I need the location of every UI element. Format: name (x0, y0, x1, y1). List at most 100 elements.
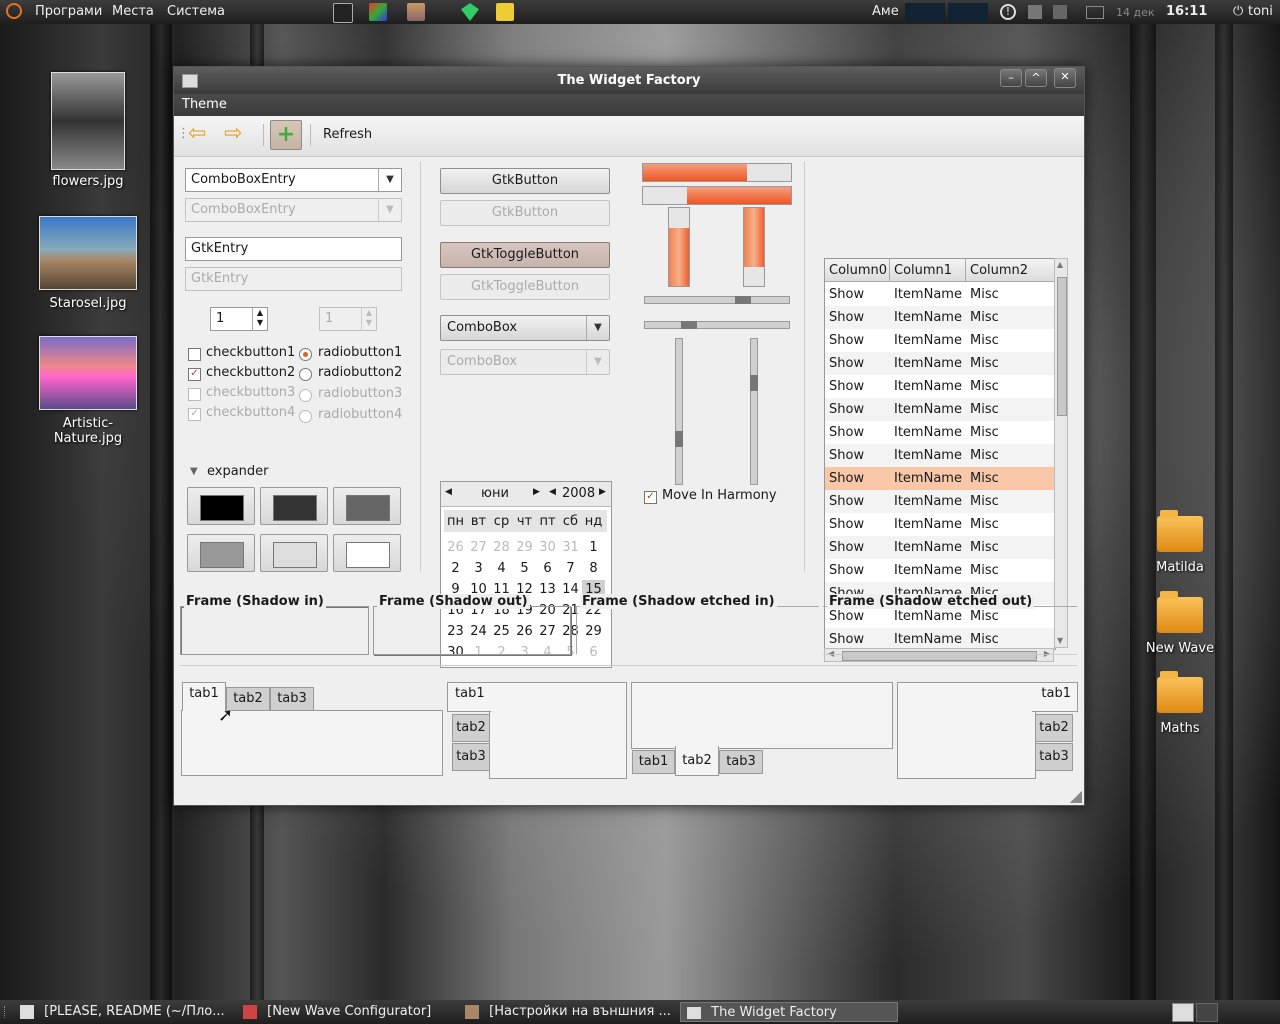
color-swatch-button[interactable] (187, 487, 255, 525)
tab-left-3[interactable]: tab3 (452, 743, 490, 771)
tab-right-2[interactable]: tab2 (1035, 714, 1073, 742)
radiobutton2-label[interactable]: radiobutton2 (318, 365, 402, 380)
tab-bottom-2[interactable]: tab2 (675, 746, 719, 776)
column-header[interactable]: Column0 (825, 259, 890, 282)
calendar-day[interactable]: 14 (559, 580, 582, 599)
hscale-knob[interactable] (735, 296, 751, 304)
hscale-knob[interactable] (681, 321, 697, 329)
next-year-icon[interactable]: ▶ (599, 487, 606, 497)
add-icon[interactable]: + (270, 120, 302, 150)
checkbutton1-box[interactable] (188, 348, 201, 361)
menu-system[interactable]: Система (167, 4, 225, 19)
calendar-day[interactable]: 2 (444, 559, 467, 578)
column-header[interactable]: Column2 (966, 259, 1055, 282)
network-icon[interactable] (1053, 5, 1067, 19)
vscale-knob[interactable] (750, 375, 758, 391)
checkbutton2-label[interactable]: checkbutton2 (206, 365, 295, 380)
table-row[interactable]: Show ItemName Misc (825, 536, 1055, 559)
menu-places[interactable]: Места (112, 4, 154, 19)
alert-icon[interactable]: ! (1000, 4, 1016, 20)
workspace-switcher[interactable] (1196, 1003, 1218, 1022)
color-swatch-button[interactable] (260, 534, 328, 572)
scroll-up-icon[interactable]: ▲ (1057, 260, 1063, 269)
color-swatch-button[interactable] (333, 534, 401, 572)
tab-top-3[interactable]: tab3 (270, 687, 314, 711)
calendar-day[interactable]: 27 (467, 538, 490, 557)
volume-icon[interactable] (1028, 5, 1042, 19)
vscale-2[interactable] (750, 338, 758, 485)
next-month-icon[interactable]: ▶ (533, 487, 540, 497)
table-row[interactable]: Show ItemName Misc (825, 444, 1055, 467)
table-row[interactable]: Show ItemName Misc (825, 329, 1055, 352)
calendar-day[interactable]: 4 (490, 559, 513, 578)
radiobutton1-circle[interactable] (299, 348, 312, 361)
calendar-day[interactable]: 13 (536, 580, 559, 599)
checkbutton1-label[interactable]: checkbutton1 (206, 345, 295, 360)
table-row[interactable]: Show ItemName Misc (825, 283, 1055, 306)
expander-label[interactable]: expander (207, 464, 269, 479)
chevron-down-icon[interactable]: ▼ (378, 169, 401, 191)
hscale-2[interactable] (644, 321, 790, 329)
table-row[interactable]: Show ItemName Misc (825, 559, 1055, 582)
tab-bottom-3[interactable]: tab3 (719, 750, 763, 774)
desktop-icon-flowers[interactable]: flowers.jpg (30, 72, 146, 189)
radiobutton1-label[interactable]: radiobutton1 (318, 345, 402, 360)
mail-icon[interactable] (1086, 6, 1104, 19)
back-arrow-icon[interactable]: ⇦ (188, 122, 218, 148)
tab-right-3[interactable]: tab3 (1035, 743, 1073, 771)
calendar-day[interactable]: 31 (559, 538, 582, 557)
power-icon[interactable]: ⏻ (1233, 4, 1243, 19)
calendar-day[interactable]: 29 (513, 538, 536, 557)
move-in-harmony-checkbox[interactable]: ✓ (644, 491, 657, 504)
text-entry[interactable]: GtkEntry (185, 237, 402, 261)
toggle-button[interactable]: GtkToggleButton (440, 242, 610, 268)
keyboard-layout[interactable]: Аме (872, 4, 899, 19)
desktop-folder-maths[interactable]: Maths (1140, 671, 1220, 736)
taskbar-item[interactable]: [Настройки на външния ... (465, 1002, 675, 1022)
ruler-icon[interactable] (496, 3, 514, 21)
terminal-icon[interactable] (333, 3, 353, 23)
calendar-day[interactable]: 30 (536, 538, 559, 557)
taskbar-item[interactable]: [New Wave Configurator] (243, 1002, 458, 1022)
refresh-button[interactable]: Refresh (323, 127, 372, 142)
user-name[interactable]: toni (1248, 4, 1273, 19)
minimize-button[interactable]: – (1000, 69, 1022, 87)
gem-icon[interactable] (461, 3, 479, 21)
maximize-button[interactable]: ^ (1025, 69, 1047, 87)
calendar-day[interactable]: 28 (490, 538, 513, 557)
desktop-icon-artistic-nature[interactable]: Artistic-Nature.jpg (30, 336, 146, 446)
color-swatch-button[interactable] (260, 487, 328, 525)
close-button[interactable]: ✕ (1054, 68, 1076, 88)
move-in-harmony-label[interactable]: Move In Harmony (662, 488, 777, 503)
menu-theme[interactable]: Theme (182, 97, 227, 112)
desktop-folder-matilda[interactable]: Matilda (1140, 510, 1220, 575)
ubuntu-logo-icon[interactable] (6, 3, 22, 19)
calendar-day[interactable]: 8 (582, 559, 605, 578)
forward-arrow-icon[interactable]: ⇨ (224, 122, 254, 148)
spin-arrows-icon[interactable]: ▲ ▼ (252, 308, 267, 330)
combobox-entry[interactable]: ComboBoxEntry ▼ (185, 168, 402, 192)
cpu-monitor-icon[interactable] (905, 3, 945, 21)
table-row[interactable]: Show ItemName Misc (825, 421, 1055, 444)
tab-left-2[interactable]: tab2 (452, 714, 490, 742)
table-row[interactable]: Show ItemName Misc (825, 513, 1055, 536)
calendar-day[interactable]: 7 (559, 559, 582, 578)
desktop-icon-starosel[interactable]: Starosel.jpg (30, 216, 146, 311)
menu-applications[interactable]: Програми (35, 4, 102, 19)
column-header[interactable]: Column1 (890, 259, 966, 282)
table-row[interactable]: Show ItemName Misc (825, 490, 1055, 513)
calendar-day[interactable]: 5 (513, 559, 536, 578)
scrollbar-thumb[interactable] (1057, 277, 1067, 416)
gtk-button[interactable]: GtkButton (440, 168, 610, 194)
chevron-down-icon[interactable]: ▼ (586, 316, 609, 340)
expander-arrow-icon[interactable]: ▼ (190, 466, 198, 477)
taskbar-item[interactable]: [PLEASE, README (~/Пло... (20, 1002, 235, 1022)
color-swatch-button[interactable] (187, 534, 255, 572)
tab-right-1[interactable]: tab1 (1032, 682, 1078, 712)
table-row[interactable]: Show ItemName Misc (825, 398, 1055, 421)
table-row[interactable]: Show ItemName Misc (825, 375, 1055, 398)
color-swatch-button[interactable] (333, 487, 401, 525)
vscale-1[interactable] (675, 338, 683, 485)
table-row[interactable]: Show ItemName Misc (825, 306, 1055, 329)
calendar-day[interactable]: 1 (582, 538, 605, 557)
